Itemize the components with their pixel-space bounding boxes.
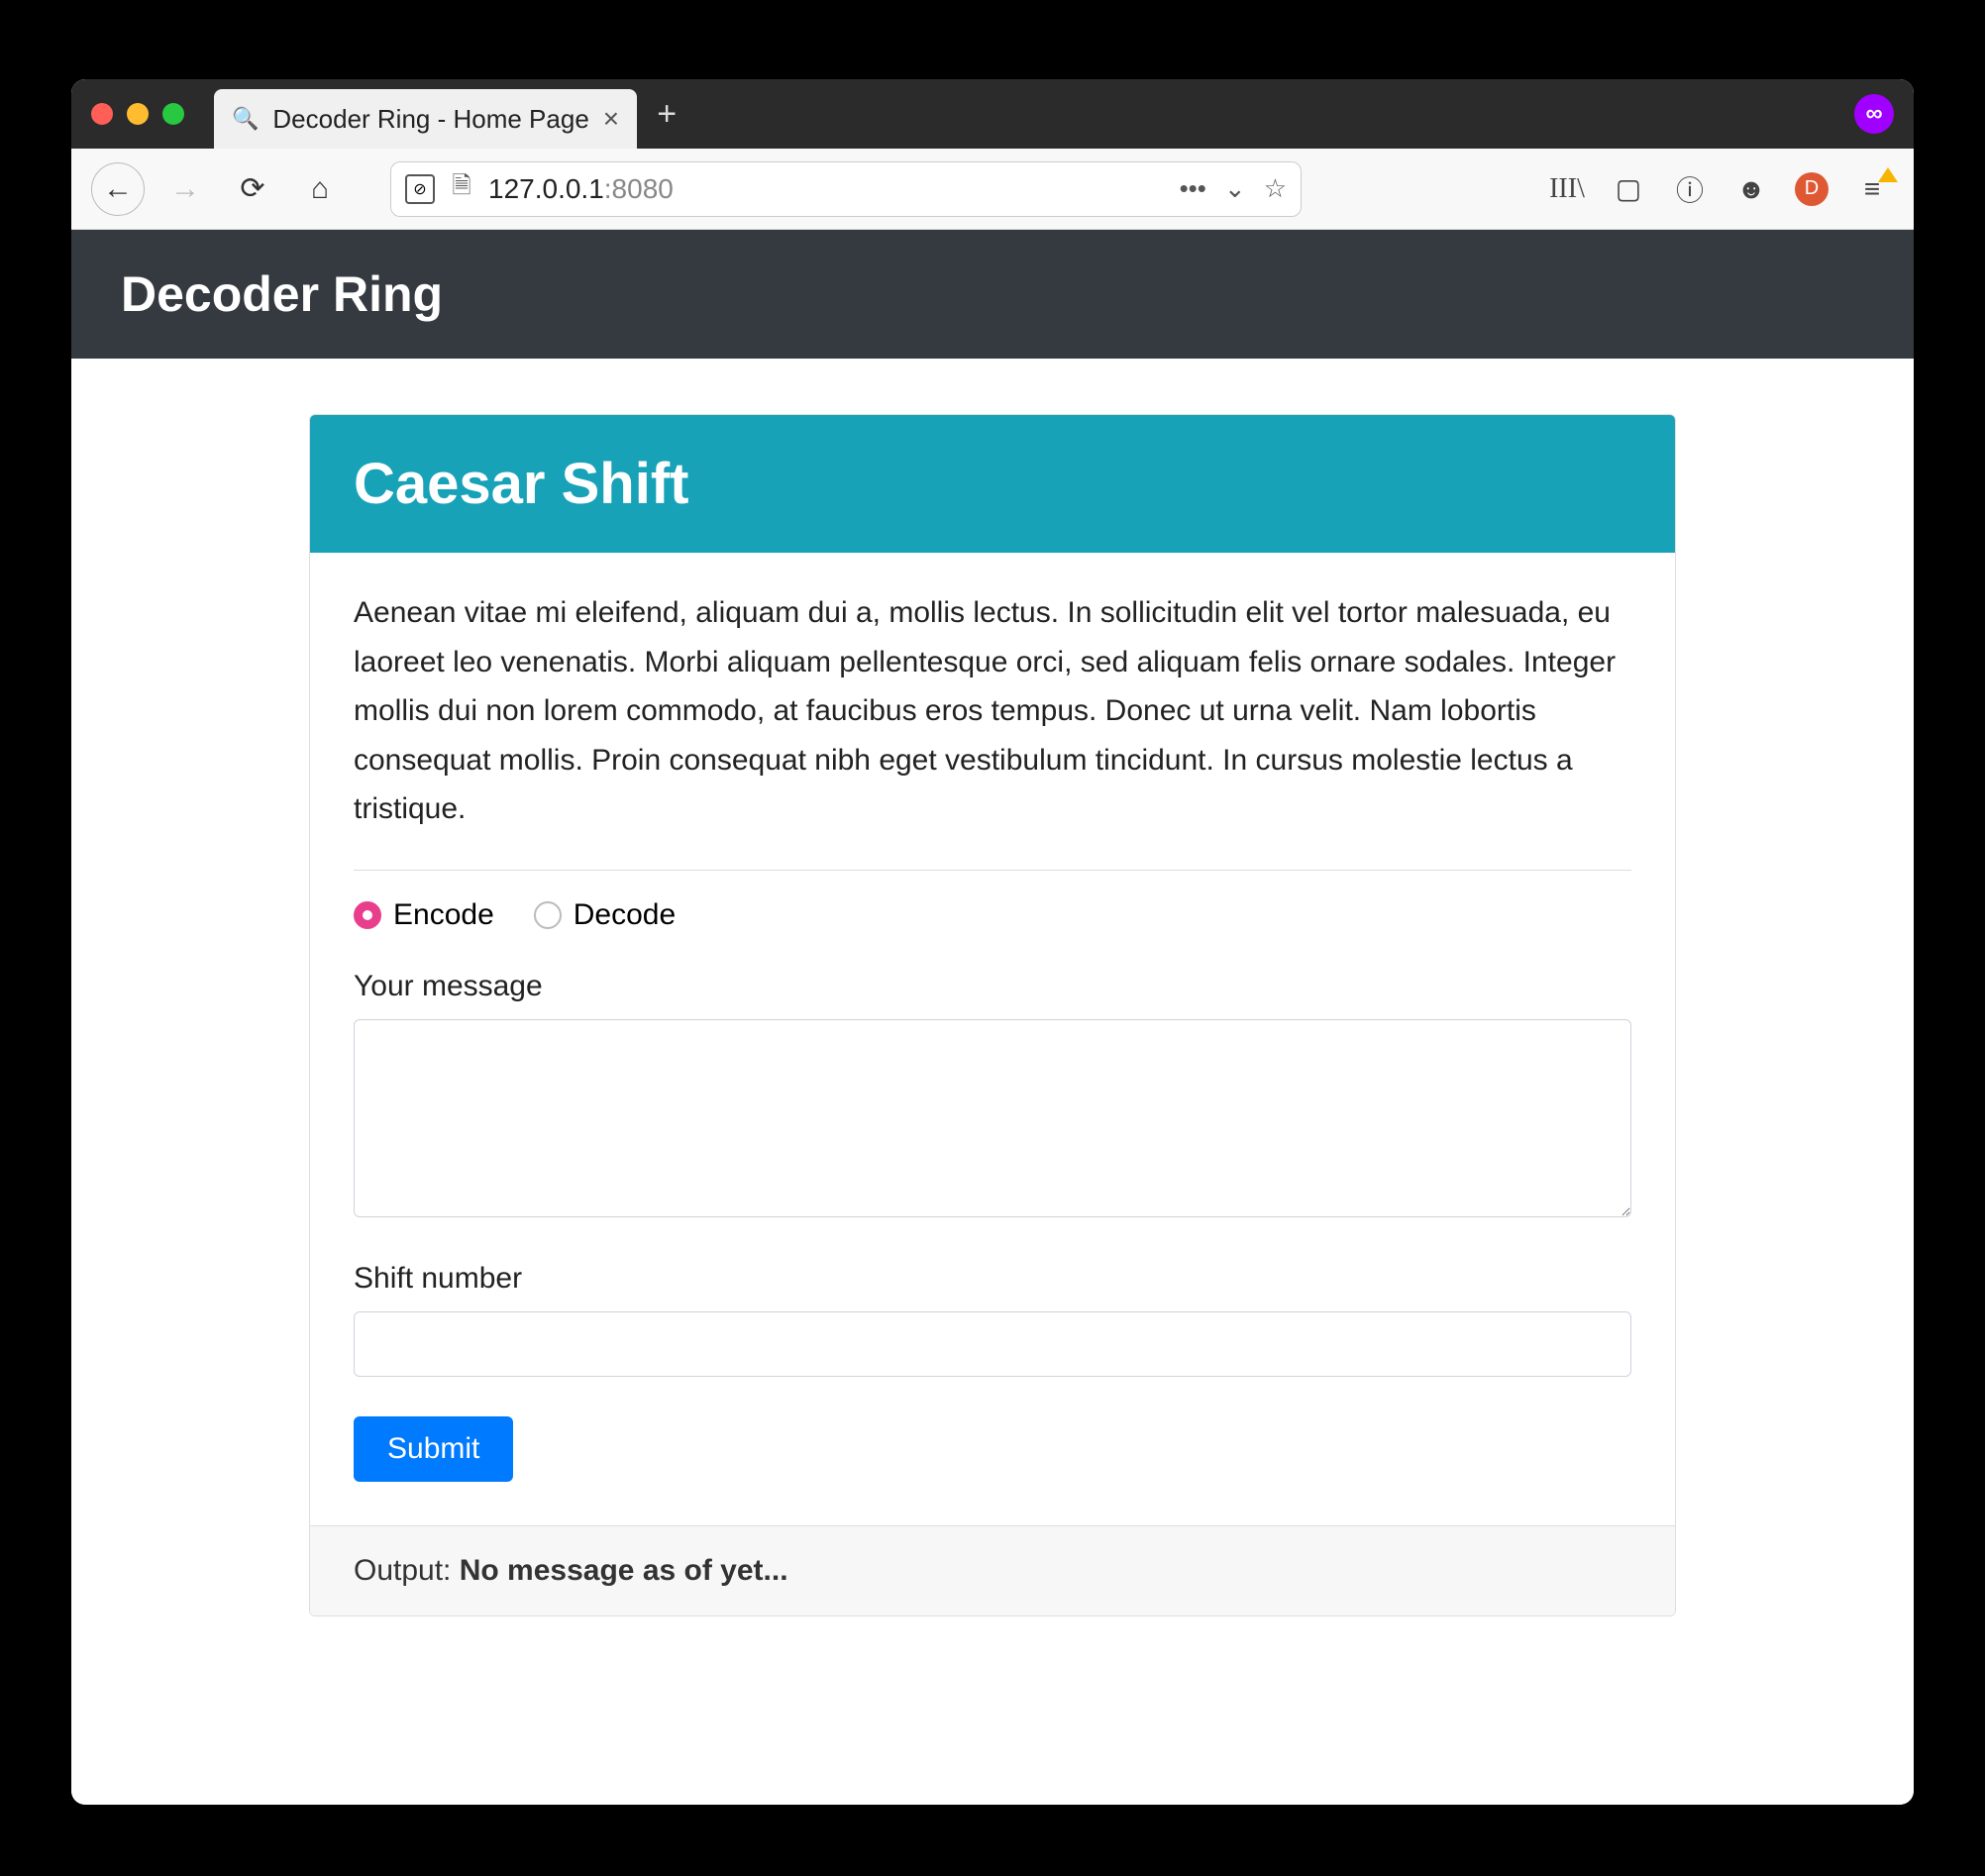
submit-button[interactable]: Submit xyxy=(354,1416,513,1482)
reload-button[interactable]: ⟳ xyxy=(226,162,279,216)
urlbar-actions: ••• ⌄ ☆ xyxy=(1180,173,1287,204)
decode-label: Decode xyxy=(574,898,676,932)
close-window-button[interactable] xyxy=(91,103,113,125)
url-port: :8080 xyxy=(604,173,674,204)
toolbar: ← → ⟳ ⌂ ⊘ 🗎 127.0.0.1:8080 ••• ⌄ ☆ III\ … xyxy=(71,149,1914,230)
home-button[interactable]: ⌂ xyxy=(293,162,347,216)
window-controls xyxy=(91,103,184,125)
account-icon[interactable]: ☻ xyxy=(1733,173,1769,205)
output-label: Output: xyxy=(354,1554,460,1587)
output-value: No message as of yet... xyxy=(460,1554,788,1587)
main-container: Caesar Shift Aenean vitae mi eleifend, a… xyxy=(289,414,1696,1656)
magnifier-icon: 🔍 xyxy=(232,106,259,132)
url-text: 127.0.0.1:8080 xyxy=(488,173,1168,205)
new-tab-button[interactable]: + xyxy=(645,92,688,136)
bookmark-star-icon[interactable]: ☆ xyxy=(1264,173,1287,204)
radio-unchecked-icon xyxy=(534,901,562,929)
info-icon[interactable]: ⓘ xyxy=(1672,169,1708,209)
library-icon[interactable]: III\ xyxy=(1549,173,1585,205)
toolbar-right: III\ ▢ ⓘ ☻ D ≡ xyxy=(1549,169,1894,209)
titlebar: 🔍 Decoder Ring - Home Page × + ∞ xyxy=(71,79,1914,149)
shield-icon[interactable]: ⊘ xyxy=(405,174,435,204)
page-viewport[interactable]: Decoder Ring Caesar Shift Aenean vitae m… xyxy=(71,230,1914,1805)
address-bar[interactable]: ⊘ 🗎 127.0.0.1:8080 ••• ⌄ ☆ xyxy=(390,161,1302,217)
shift-group: Shift number xyxy=(354,1262,1631,1377)
tab-title: Decoder Ring - Home Page xyxy=(272,104,588,135)
card-body: Aenean vitae mi eleifend, aliquam dui a,… xyxy=(310,553,1675,1525)
encode-label: Encode xyxy=(393,898,494,932)
forward-button[interactable]: → xyxy=(158,162,212,216)
mask-extension-icon[interactable]: ∞ xyxy=(1854,94,1894,134)
decode-radio[interactable]: Decode xyxy=(534,898,676,932)
close-tab-button[interactable]: × xyxy=(603,103,619,135)
card-header: Caesar Shift xyxy=(310,415,1675,553)
card-footer: Output: No message as of yet... xyxy=(310,1525,1675,1615)
caesar-card: Caesar Shift Aenean vitae mi eleifend, a… xyxy=(309,414,1676,1616)
card-title: Caesar Shift xyxy=(354,451,1631,517)
encode-radio[interactable]: Encode xyxy=(354,898,494,932)
shift-input[interactable] xyxy=(354,1311,1631,1377)
message-label: Your message xyxy=(354,970,1631,1003)
brand-title: Decoder Ring xyxy=(121,265,1864,323)
shift-label: Shift number xyxy=(354,1262,1631,1296)
app-navbar: Decoder Ring xyxy=(71,230,1914,359)
url-host: 127.0.0.1 xyxy=(488,173,604,204)
browser-tab[interactable]: 🔍 Decoder Ring - Home Page × xyxy=(214,89,637,149)
pocket-icon[interactable]: ⌄ xyxy=(1224,173,1246,204)
message-group: Your message xyxy=(354,970,1631,1222)
message-input[interactable] xyxy=(354,1019,1631,1217)
mode-radio-group: Encode Decode xyxy=(354,898,1631,932)
minimize-window-button[interactable] xyxy=(127,103,149,125)
duckduckgo-icon[interactable]: D xyxy=(1795,172,1828,206)
more-icon[interactable]: ••• xyxy=(1180,173,1206,204)
maximize-window-button[interactable] xyxy=(162,103,184,125)
back-button[interactable]: ← xyxy=(91,162,145,216)
reader-icon[interactable]: ▢ xyxy=(1611,172,1646,205)
browser-window: 🔍 Decoder Ring - Home Page × + ∞ ← → ⟳ ⌂… xyxy=(71,79,1914,1805)
divider xyxy=(354,870,1631,871)
page-info-icon[interactable]: 🗎 xyxy=(447,168,476,209)
menu-icon[interactable]: ≡ xyxy=(1854,173,1890,205)
radio-checked-icon xyxy=(354,901,381,929)
card-description: Aenean vitae mi eleifend, aliquam dui a,… xyxy=(354,588,1631,834)
